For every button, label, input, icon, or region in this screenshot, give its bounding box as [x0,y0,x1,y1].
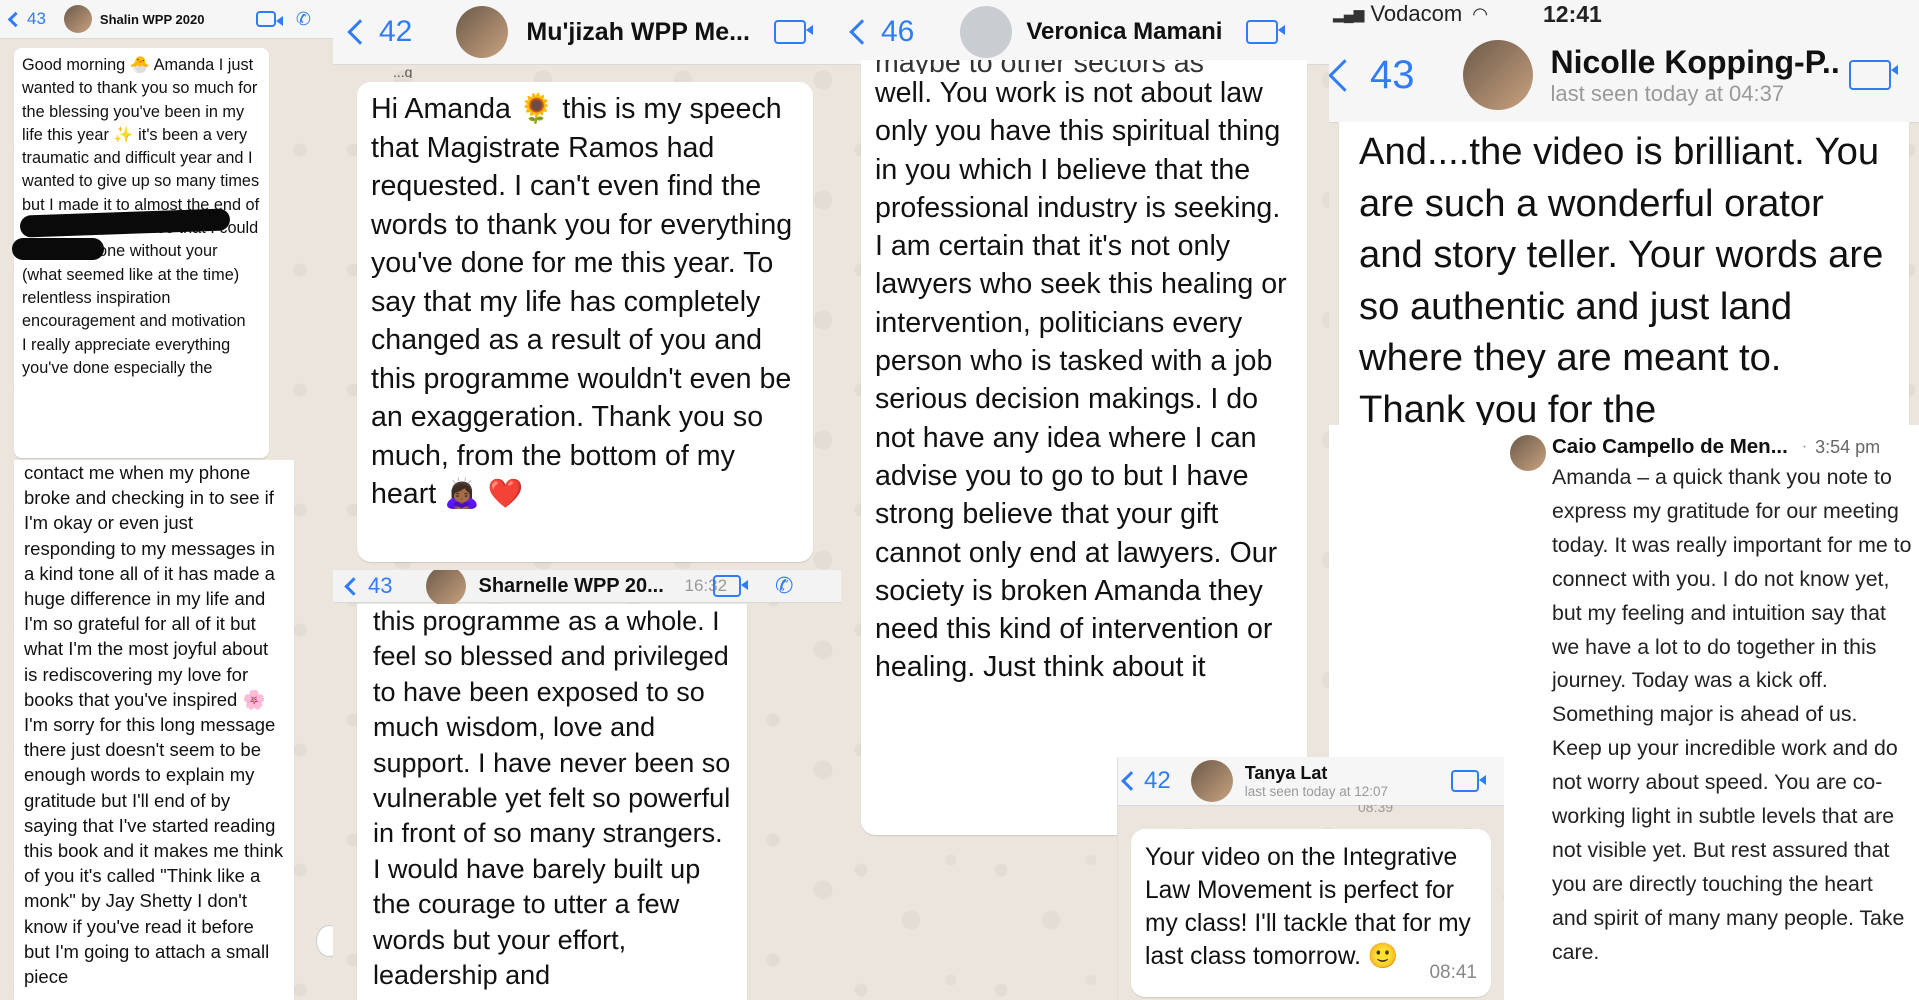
carrier-name: Vodacom [1370,1,1463,26]
chevron-left-icon [7,11,24,27]
avatar[interactable] [1462,40,1533,110]
message-body: Amanda – a quick thank you note to expre… [1552,461,1912,970]
back-count: 43 [1370,52,1415,97]
chevron-left-icon [347,19,373,45]
avatar[interactable] [426,570,467,606]
contact-info[interactable]: Tanya Lat last seen today at 12:07 [1245,763,1445,799]
back-button[interactable]: 42 [347,15,413,49]
chat-panel-shalin: 43 Shalin WPP 2020 ✆ Good morning 🐣 Aman… [0,0,333,1000]
back-count: 43 [368,573,393,598]
back-button[interactable]: 43 [1329,52,1415,98]
message-text: Hi Amanda 🌻 this is my speech that Magis… [371,93,793,510]
back-count: 42 [379,15,413,48]
status-bar: ▂▄▆ Vodacom ◠ 12:41 [1329,0,1919,28]
back-count: 42 [1144,767,1171,794]
chat-header: 43 Nicolle Kopping-P... last seen today … [1329,28,1919,123]
message-text: this programme as a whole. I feel so ble… [373,606,731,991]
contact-name[interactable]: Sharnelle WPP 20... [478,575,678,598]
contact-name[interactable]: Veronica Mamani [1026,18,1226,46]
last-seen: last seen today at 12:07 [1244,784,1389,799]
video-camera-icon[interactable] [1450,770,1486,792]
avatar[interactable] [1190,760,1233,802]
back-button[interactable]: 46 [849,15,915,49]
chat-panel-sharnelle: 43 Sharnelle WPP 20... 16:32 ✆ this prog… [333,570,841,1000]
sender-name[interactable]: Caio Campello de Men... [1552,435,1788,459]
chevron-left-icon [849,19,875,45]
message-text: contact me when my phone broke and check… [24,462,284,988]
message-time: 08:41 [1429,962,1477,983]
back-button[interactable]: 43 [7,9,46,29]
contact-name: Nicolle Kopping-P... [1550,43,1841,80]
chat-header: 42 Mu'jizah WPP Me... [333,0,841,65]
message-text: And....the video is brilliant. You are s… [1359,130,1884,425]
message-bubble: maybe to other sectors as well. You work… [861,60,1307,835]
avatar[interactable] [456,6,509,58]
chat-panel-tanya: 42 Tanya Lat last seen today at 12:07 08… [1117,757,1505,1000]
back-count: 46 [881,15,915,48]
separator: · [1801,438,1808,455]
avatar[interactable] [63,5,92,33]
phone-icon[interactable]: ✆ [775,573,793,599]
chat-header: 42 Tanya Lat last seen today at 12:07 [1118,757,1505,806]
back-button[interactable]: 43 [344,573,393,599]
back-button[interactable]: 42 [1121,767,1171,795]
video-camera-icon[interactable] [1848,60,1898,90]
last-seen: last seen today at 04:37 [1550,80,1785,106]
message-time: 3:54 pm [1815,436,1881,457]
message-text: maybe to other sectors as [875,60,1293,74]
video-camera-icon[interactable] [1246,20,1286,44]
scroll-button[interactable] [316,925,333,957]
message-bubble: contact me when my phone broke and check… [14,460,294,1000]
chevron-left-icon [344,576,363,596]
message-bubble: Your video on the Integrative Law Moveme… [1131,829,1491,997]
video-camera-icon[interactable] [255,11,283,27]
chevron-left-icon [1121,771,1141,791]
redaction-mark [12,238,104,260]
status-clock: 12:41 [1543,0,1602,27]
contact-name[interactable]: Mu'jizah WPP Me... [526,18,752,47]
message-bubble: this programme as a whole. I feel so ble… [357,604,747,1000]
back-count: 43 [27,9,46,28]
video-camera-icon[interactable] [774,20,814,44]
message-text: Amanda – a quick thank you note to expre… [1552,465,1912,964]
chat-header: 46 Veronica Mamani [841,0,1329,65]
message-fragment: ...g [393,64,413,78]
chat-panel-nicolle: ▂▄▆ Vodacom ◠ 12:41 43 Nicolle Kopping-P… [1329,0,1919,425]
message-bubble: Hi Amanda 🌻 this is my speech that Magis… [357,82,813,562]
chat-panel-mujizah: 42 Mu'jizah WPP Me... ...g Hi Amanda 🌻 t… [333,0,841,570]
video-camera-icon[interactable] [713,575,749,597]
wifi-icon: ◠ [1472,3,1488,24]
contact-name[interactable]: Shalin WPP 2020 [100,12,240,27]
message-bubble: And....the video is brilliant. You are s… [1339,122,1909,425]
avatar[interactable] [960,6,1013,58]
chat-header: 43 Sharnelle WPP 20... 16:32 ✆ [333,570,841,606]
message-header: Caio Campello de Men... · 3:54 pm [1552,435,1880,459]
time-fragment: 08:39 [1358,805,1394,815]
contact-info[interactable]: Nicolle Kopping-P... last seen today at … [1551,44,1841,107]
message-text: well. You work is not about law only you… [875,77,1287,684]
chevron-left-icon [1329,58,1361,92]
signal-icon: ▂▄▆ [1333,5,1365,22]
phone-icon[interactable]: ✆ [296,9,311,30]
message-fragment: maybe to other sectors as [875,60,1204,74]
contact-name: Tanya Lat [1244,763,1328,783]
chat-panel-caio: Caio Campello de Men... · 3:54 pm Amanda… [1504,425,1919,1000]
message-text: Your video on the Integrative Law Moveme… [1145,844,1471,970]
avatar[interactable] [1510,435,1546,471]
chat-header: 43 Shalin WPP 2020 ✆ [0,0,333,39]
